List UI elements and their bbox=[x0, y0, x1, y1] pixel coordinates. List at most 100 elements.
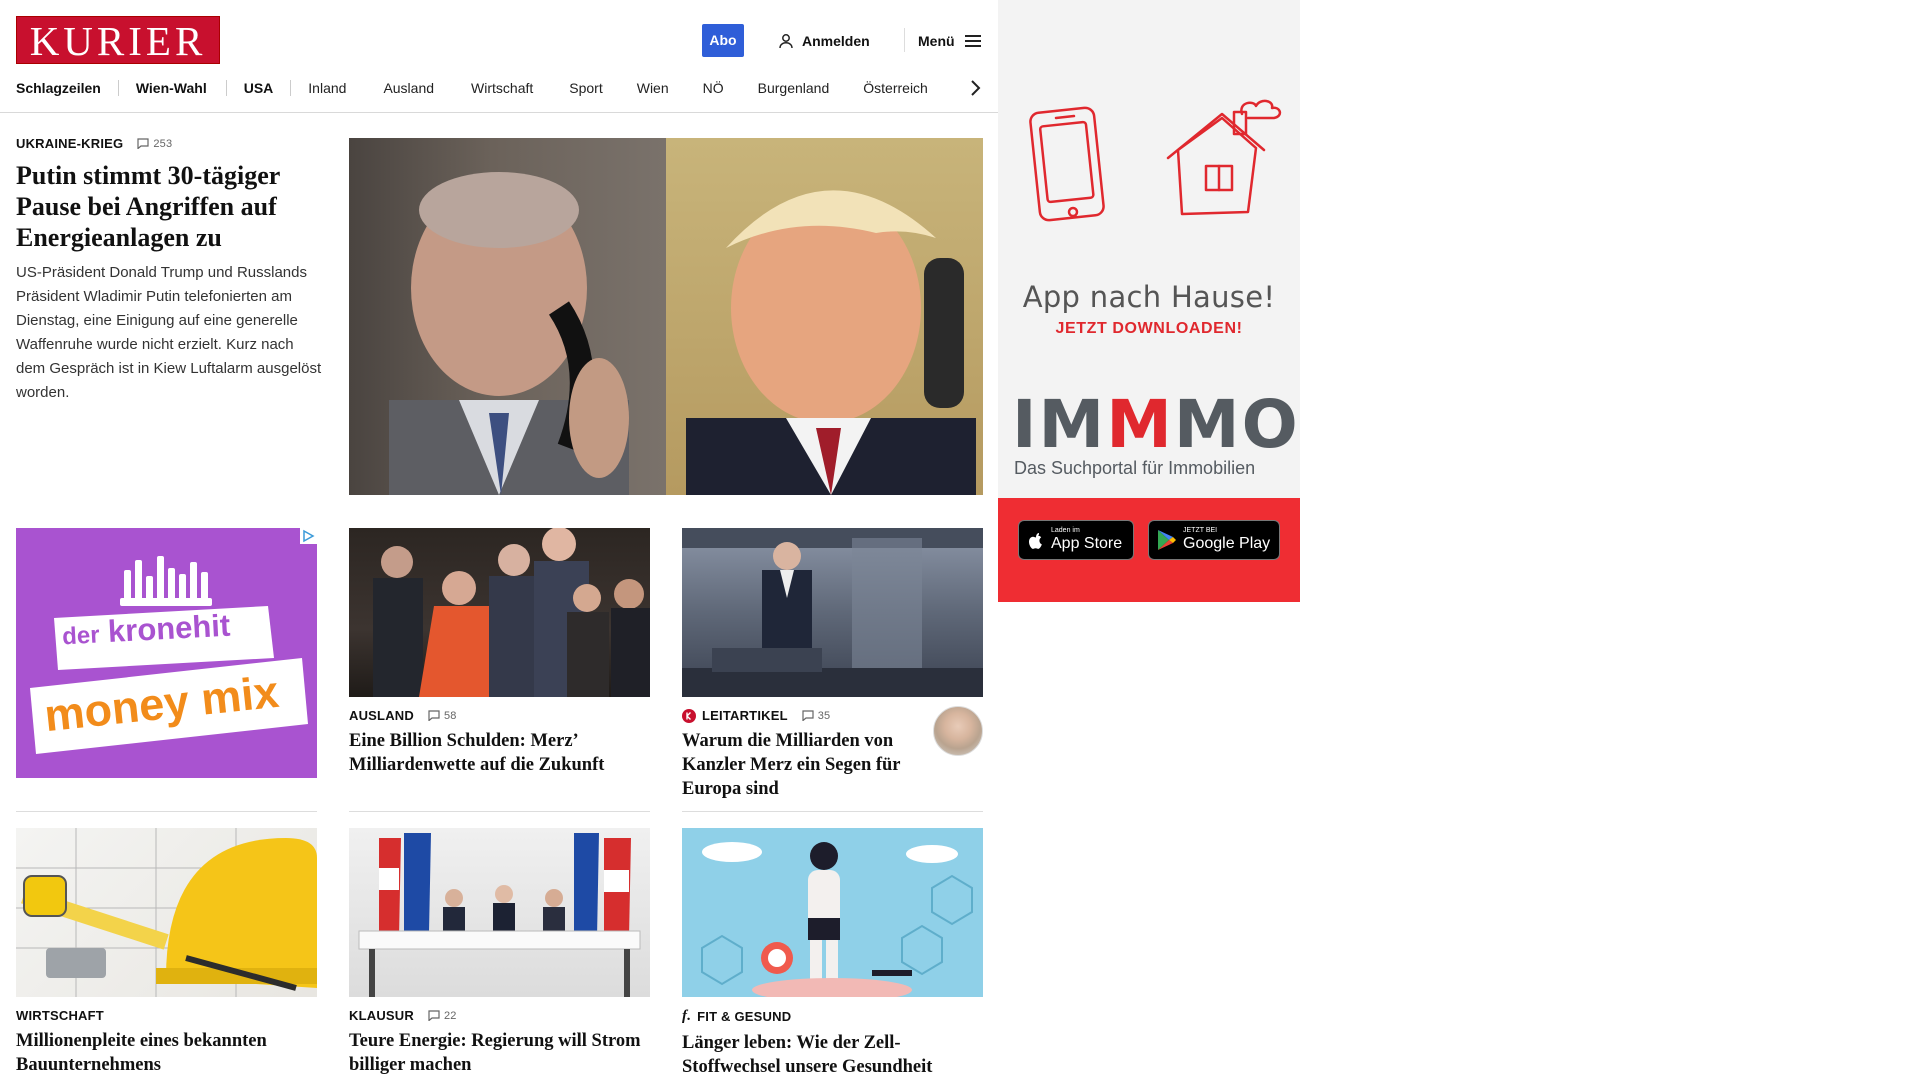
kicker-label[interactable]: FIT & GESUND bbox=[697, 1009, 791, 1024]
author-avatar[interactable] bbox=[933, 706, 983, 756]
immmo-logo-part: M bbox=[1106, 386, 1174, 463]
kurier-page: KURIER Abo Anmelden Menü Schlagzeilen Wi… bbox=[0, 0, 998, 1080]
kicker-label[interactable]: AUSLAND bbox=[349, 708, 414, 723]
card-headline[interactable]: Länger leben: Wie der Zell-Stoffwechsel … bbox=[682, 1031, 983, 1080]
immmo-logo-part: MO bbox=[1173, 386, 1300, 463]
google-play-big: Google Play bbox=[1183, 535, 1271, 552]
header-divider bbox=[904, 28, 905, 52]
trump-photo bbox=[666, 138, 983, 495]
section-nav: Schlagzeilen Wien-Wahl USA Inland Auslan… bbox=[16, 76, 928, 100]
kicker-label[interactable]: WIRTSCHAFT bbox=[16, 1008, 104, 1023]
comment-count[interactable]: 253 bbox=[137, 138, 172, 150]
lead-headline[interactable]: Putin stimmt 30-tägiger Pause bei Angrif… bbox=[16, 160, 322, 253]
nav-item-oesterreich[interactable]: Österreich bbox=[863, 80, 928, 96]
nav-item-noe[interactable]: NÖ bbox=[703, 80, 724, 96]
row-divider bbox=[682, 811, 983, 812]
lead-image[interactable] bbox=[349, 138, 983, 495]
nav-item-inland[interactable]: Inland bbox=[308, 80, 346, 96]
merz-group-illustration bbox=[373, 528, 650, 697]
nav-separator bbox=[225, 80, 227, 96]
nav-separator bbox=[290, 80, 292, 96]
site-header: KURIER Abo Anmelden Menü Schlagzeilen Wi… bbox=[0, 0, 998, 113]
article-card: LEITARTIKEL 35 Warum die Milliarden von … bbox=[682, 528, 983, 801]
nav-item-usa[interactable]: USA bbox=[244, 80, 274, 96]
fit-gesund-icon: f. bbox=[682, 1008, 692, 1024]
app-cta-subtitle[interactable]: JETZT DOWNLOADEN! bbox=[998, 320, 1300, 338]
comment-icon bbox=[137, 138, 149, 149]
klausur-illustration bbox=[358, 833, 641, 997]
nav-item-wien[interactable]: Wien bbox=[637, 80, 669, 96]
article-image[interactable] bbox=[16, 828, 317, 997]
lead-kicker: UKRAINE-KRIEG 253 bbox=[16, 136, 322, 151]
nav-item-wirtschaft[interactable]: Wirtschaft bbox=[471, 80, 533, 96]
login-button[interactable]: Anmelden bbox=[778, 24, 870, 57]
kicker-label[interactable]: UKRAINE-KRIEG bbox=[16, 136, 123, 151]
phone-house-illustration bbox=[1029, 99, 1282, 222]
kurier-k-icon bbox=[682, 708, 696, 723]
immmo-logo: IMMMO bbox=[1012, 390, 1300, 460]
immmo-advertisement[interactable]: App nach Hause! JETZT DOWNLOADEN! IMMMO … bbox=[998, 0, 1300, 602]
article-image[interactable] bbox=[682, 828, 983, 997]
card-kicker: AUSLAND 58 bbox=[349, 708, 650, 723]
bundestag-illustration bbox=[682, 528, 983, 697]
chevron-right-icon[interactable] bbox=[966, 76, 986, 100]
app-store-small: Laden im bbox=[1051, 527, 1080, 534]
ad-text-der: der bbox=[61, 621, 101, 651]
construction-illustration bbox=[16, 828, 317, 997]
ad-text-kronehit: kronehit bbox=[107, 607, 232, 649]
kronehit-advertisement[interactable]: der kronehit money mix bbox=[16, 528, 317, 778]
article-image[interactable] bbox=[682, 528, 983, 697]
abo-button[interactable]: Abo bbox=[702, 24, 744, 57]
comment-count[interactable]: 35 bbox=[802, 710, 831, 722]
kicker-label[interactable]: KLAUSUR bbox=[349, 1008, 414, 1023]
login-label: Anmelden bbox=[802, 32, 870, 49]
app-store-button[interactable]: Laden im App Store bbox=[1018, 520, 1134, 560]
nav-item-ausland[interactable]: Ausland bbox=[383, 80, 434, 96]
adchoices-icon[interactable] bbox=[300, 528, 317, 544]
article-image[interactable] bbox=[349, 528, 650, 697]
comment-count-value: 253 bbox=[153, 137, 173, 150]
comment-count[interactable]: 58 bbox=[428, 710, 457, 722]
nav-item-sport[interactable]: Sport bbox=[569, 80, 602, 96]
comment-count[interactable]: 22 bbox=[428, 1010, 457, 1022]
nav-item-wien-wahl[interactable]: Wien-Wahl bbox=[136, 80, 207, 96]
card-kicker: WIRTSCHAFT bbox=[16, 1008, 317, 1023]
row-divider bbox=[349, 811, 650, 812]
immmo-tagline: Das Suchportal für Immobilien bbox=[1014, 458, 1256, 478]
app-cta: App nach Hause! JETZT DOWNLOADEN! bbox=[998, 280, 1300, 338]
comment-icon bbox=[428, 1010, 440, 1021]
putin-photo bbox=[349, 138, 666, 495]
fitness-illustration bbox=[701, 842, 973, 997]
hamburger-icon bbox=[964, 34, 981, 47]
comment-count-value: 58 bbox=[443, 709, 457, 722]
card-headline[interactable]: Teure Energie: Regierung will Strom bill… bbox=[349, 1029, 650, 1077]
card-headline[interactable]: Eine Billion Schulden: Merz’ Milliardenw… bbox=[349, 729, 650, 777]
kicker-label[interactable]: LEITARTIKEL bbox=[702, 708, 788, 723]
lead-teaser[interactable]: US-Präsident Donald Trump und Russlands … bbox=[16, 261, 322, 405]
trump-illustration bbox=[686, 190, 976, 495]
menu-label: Menü bbox=[918, 32, 955, 49]
comment-count-value: 35 bbox=[817, 709, 831, 722]
immmo-logo-part: IM bbox=[1012, 386, 1107, 463]
kurier-logo[interactable]: KURIER bbox=[16, 16, 220, 64]
card-headline[interactable]: Millionenpleite eines bekannten Bauunter… bbox=[16, 1029, 317, 1077]
nav-item-burgenland[interactable]: Burgenland bbox=[758, 80, 830, 96]
apple-icon bbox=[1029, 533, 1042, 549]
menu-button[interactable]: Menü bbox=[918, 24, 981, 57]
article-image[interactable] bbox=[349, 828, 650, 997]
article-card: WIRTSCHAFT Millionenpleite eines bekannt… bbox=[16, 828, 317, 1077]
card-headline[interactable]: Warum die Milliarden von Kanzler Merz ei… bbox=[682, 729, 918, 801]
store-badges-bar: Laden im App Store JETZT BEI Google Play bbox=[998, 498, 1300, 602]
nav-item-schlagzeilen[interactable]: Schlagzeilen bbox=[16, 80, 101, 96]
user-icon bbox=[779, 33, 793, 48]
lead-article: UKRAINE-KRIEG 253 Putin stimmt 30-tägige… bbox=[16, 136, 322, 405]
article-card: f. FIT & GESUND Länger leben: Wie der Ze… bbox=[682, 828, 983, 1080]
comment-icon bbox=[428, 710, 440, 721]
row-divider bbox=[16, 811, 317, 812]
putin-illustration bbox=[389, 172, 629, 495]
article-card: AUSLAND 58 Eine Billion Schulden: Merz’ … bbox=[349, 528, 650, 777]
comment-count-value: 22 bbox=[443, 1009, 457, 1022]
google-play-button[interactable]: JETZT BEI Google Play bbox=[1148, 520, 1280, 560]
card-kicker: f. FIT & GESUND bbox=[682, 1008, 983, 1025]
comment-icon bbox=[802, 710, 814, 721]
